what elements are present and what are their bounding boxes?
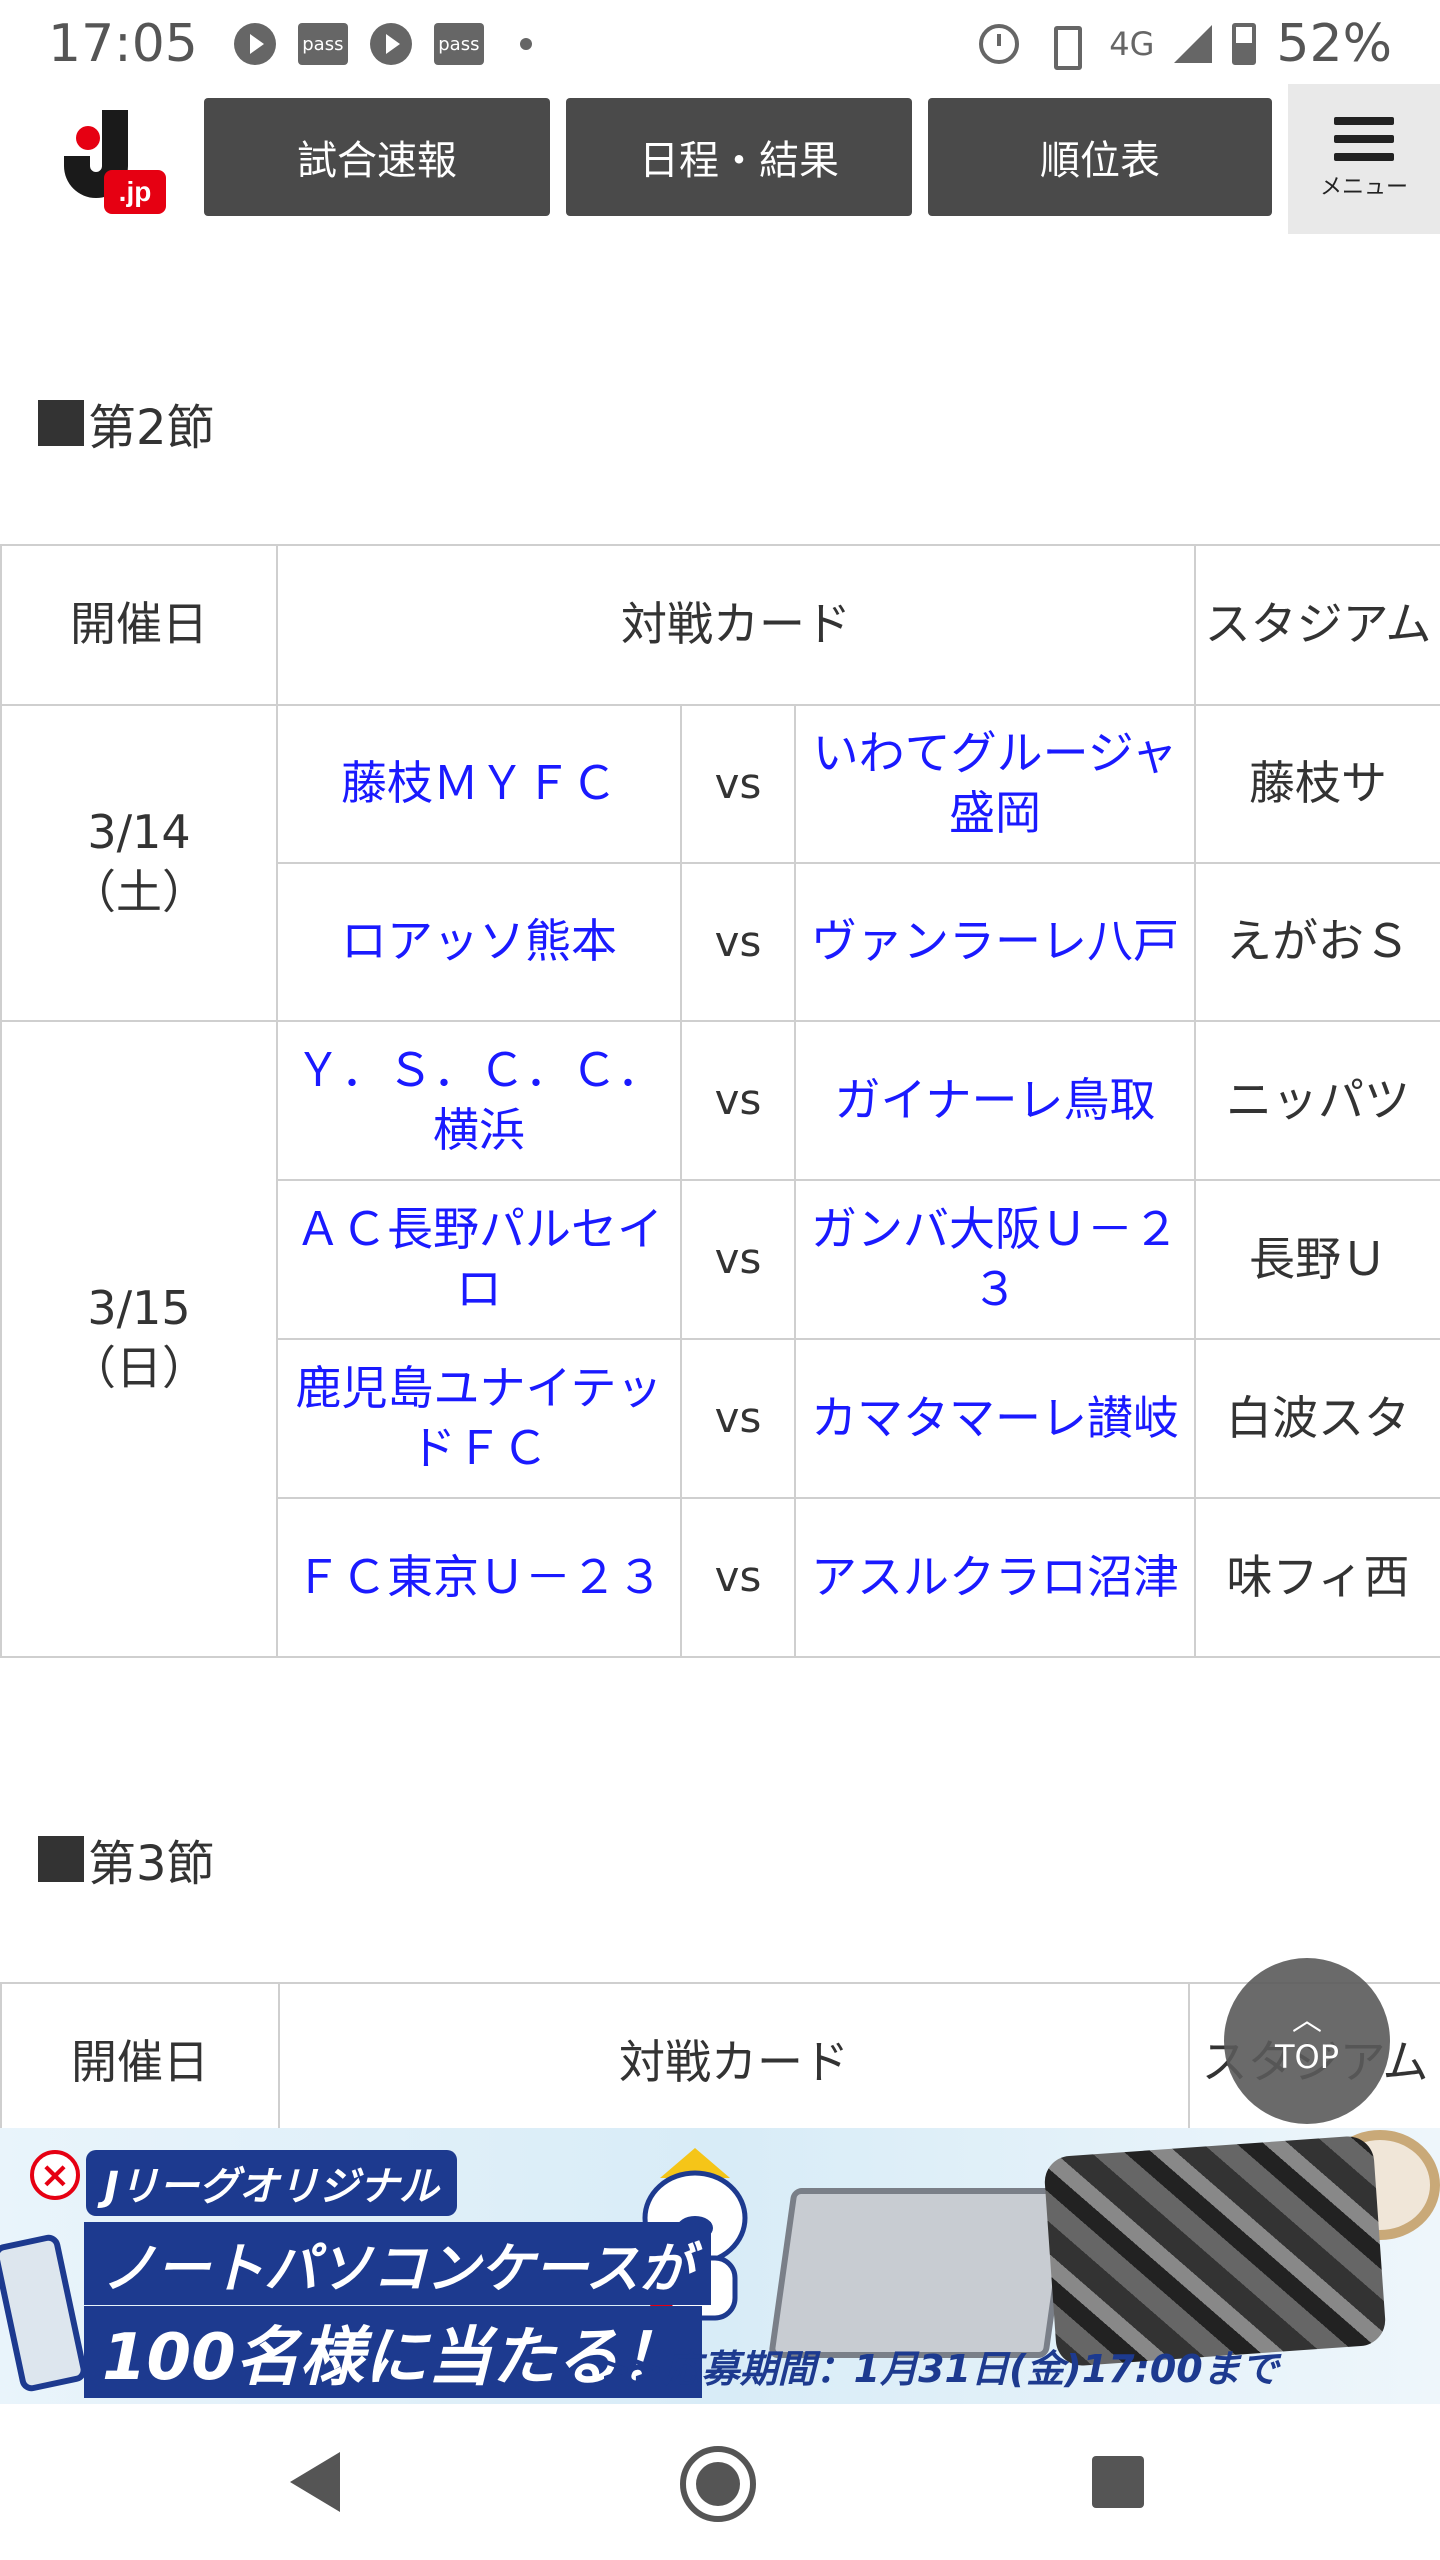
ad-banner[interactable]: × Jリーグオリジナル ノートパソコンケースが 100名様に当たる！ >>応募期… [0,2128,1440,2404]
section-title-round3: 第3節 [38,1824,215,1894]
stadium: 味フィ西 [1194,1497,1440,1658]
signal-icon [1174,25,1213,63]
header-match: 対戦カード [275,544,1197,706]
ad-tagline: Jリーグオリジナル [86,2150,457,2216]
menu-button[interactable]: メニュー [1288,84,1440,234]
ad-period: >>応募期間：1月31日(金)17:00まで [600,2347,1279,2391]
table-row: 3/14 （土） 藤枝ＭＹＦＣ vs いわてグルージャ盛岡 藤枝サ [0,704,1440,1022]
home-icon[interactable] [680,2446,756,2522]
schedule-table-round3: 開催日 対戦カード スタジアム [0,1982,1440,2144]
smartphone-illustration [0,2232,89,2394]
stadium: 長野Ｕ [1194,1179,1440,1340]
back-icon[interactable] [290,2452,340,2512]
notification-dot-icon [519,38,532,50]
nav-live-button[interactable]: 試合速報 [204,98,550,216]
menu-label: メニュー [1319,175,1408,200]
match-date: 3/15 （日） [0,1020,278,1658]
nav-standings-button[interactable]: 順位表 [928,98,1272,216]
vs-label: vs [680,704,796,864]
table-row: 3/15 （日） Ｙ．Ｓ．Ｃ．Ｃ．横浜 vs ガイナーレ鳥取 ニッパツ [0,1020,1440,1658]
home-team-link[interactable]: ＦＣ東京Ｕ－２３ [295,1550,663,1604]
pass-icon: pass [297,23,348,65]
away-team-link[interactable]: ガイナーレ鳥取 [834,1073,1155,1127]
header-stadium: スタジアム [1194,544,1440,706]
square-bullet-icon [38,1836,84,1882]
away-team-link[interactable]: いわてグルージャ盛岡 [813,726,1178,840]
home-team-link[interactable]: 藤枝ＭＹＦＣ [341,756,617,810]
network-type: 4G [1109,25,1155,63]
header-date: 開催日 [0,544,278,706]
vs-label: vs [680,862,796,1022]
scroll-top-button[interactable]: ︿ TOP [1224,1958,1390,2124]
schedule-table-round2: 開催日 対戦カード スタジアム 3/14 （土） 藤枝ＭＹＦＣ vs いわてグル… [0,544,1440,1658]
play-icon [233,23,276,65]
play-icon [369,23,412,65]
vs-label: vs [680,1497,796,1658]
home-team-link[interactable]: Ｙ．Ｓ．Ｃ．Ｃ．横浜 [295,1043,663,1157]
away-team-link[interactable]: ヴァンラーレ八戸 [811,914,1179,968]
match-date: 3/14 （土） [0,704,278,1022]
nav-schedule-button[interactable]: 日程・結果 [566,98,912,216]
ad-headline: ノートパソコンケースが [84,2222,712,2305]
status-bar: 17:05 pass pass 4G 52% [0,0,1440,88]
vs-label: vs [680,1020,796,1181]
hamburger-icon [1334,117,1394,161]
battery-percent: 52% [1276,14,1392,74]
ad-close-button[interactable]: × [30,2150,80,2200]
chevron-up-icon: ︿ [1292,2003,1322,2038]
vs-label: vs [680,1338,796,1499]
vs-label: vs [680,1179,796,1340]
away-team-link[interactable]: カマタマーレ讃岐 [811,1391,1179,1445]
square-bullet-icon [38,400,84,446]
alarm-icon [979,24,1020,64]
pass-icon: pass [433,23,484,65]
stadium: 藤枝サ [1194,704,1440,864]
header-date: 開催日 [0,1982,280,2144]
vibrate-icon [1039,24,1089,70]
home-team-link[interactable]: 鹿児島ユナイテッドＦＣ [295,1361,662,1475]
recent-apps-icon[interactable] [1092,2456,1144,2508]
away-team-link[interactable]: アスルクラロ沼津 [811,1550,1179,1604]
system-nav-bar [0,2404,1440,2560]
laptop-illustration [768,2188,1072,2358]
home-team-link[interactable]: ロアッソ熊本 [341,914,617,968]
away-team-link[interactable]: ガンバ大阪Ｕ－２３ [811,1202,1179,1316]
stadium: 白波スタ [1194,1338,1440,1499]
stadium: ニッパツ [1194,1020,1440,1181]
section-title-round2: 第2節 [38,388,215,458]
home-team-link[interactable]: ＡＣ長野パルセイロ [295,1202,663,1316]
header-match: 対戦カード [278,1982,1190,2144]
laptop-case-illustration [1043,2134,1387,2368]
logo-jp-badge: . jp [104,170,166,214]
clock: 17:05 [48,14,198,74]
battery-icon [1232,23,1257,65]
jleague-logo[interactable]: . jp [56,110,172,220]
stadium: えがおＳ [1194,862,1440,1022]
